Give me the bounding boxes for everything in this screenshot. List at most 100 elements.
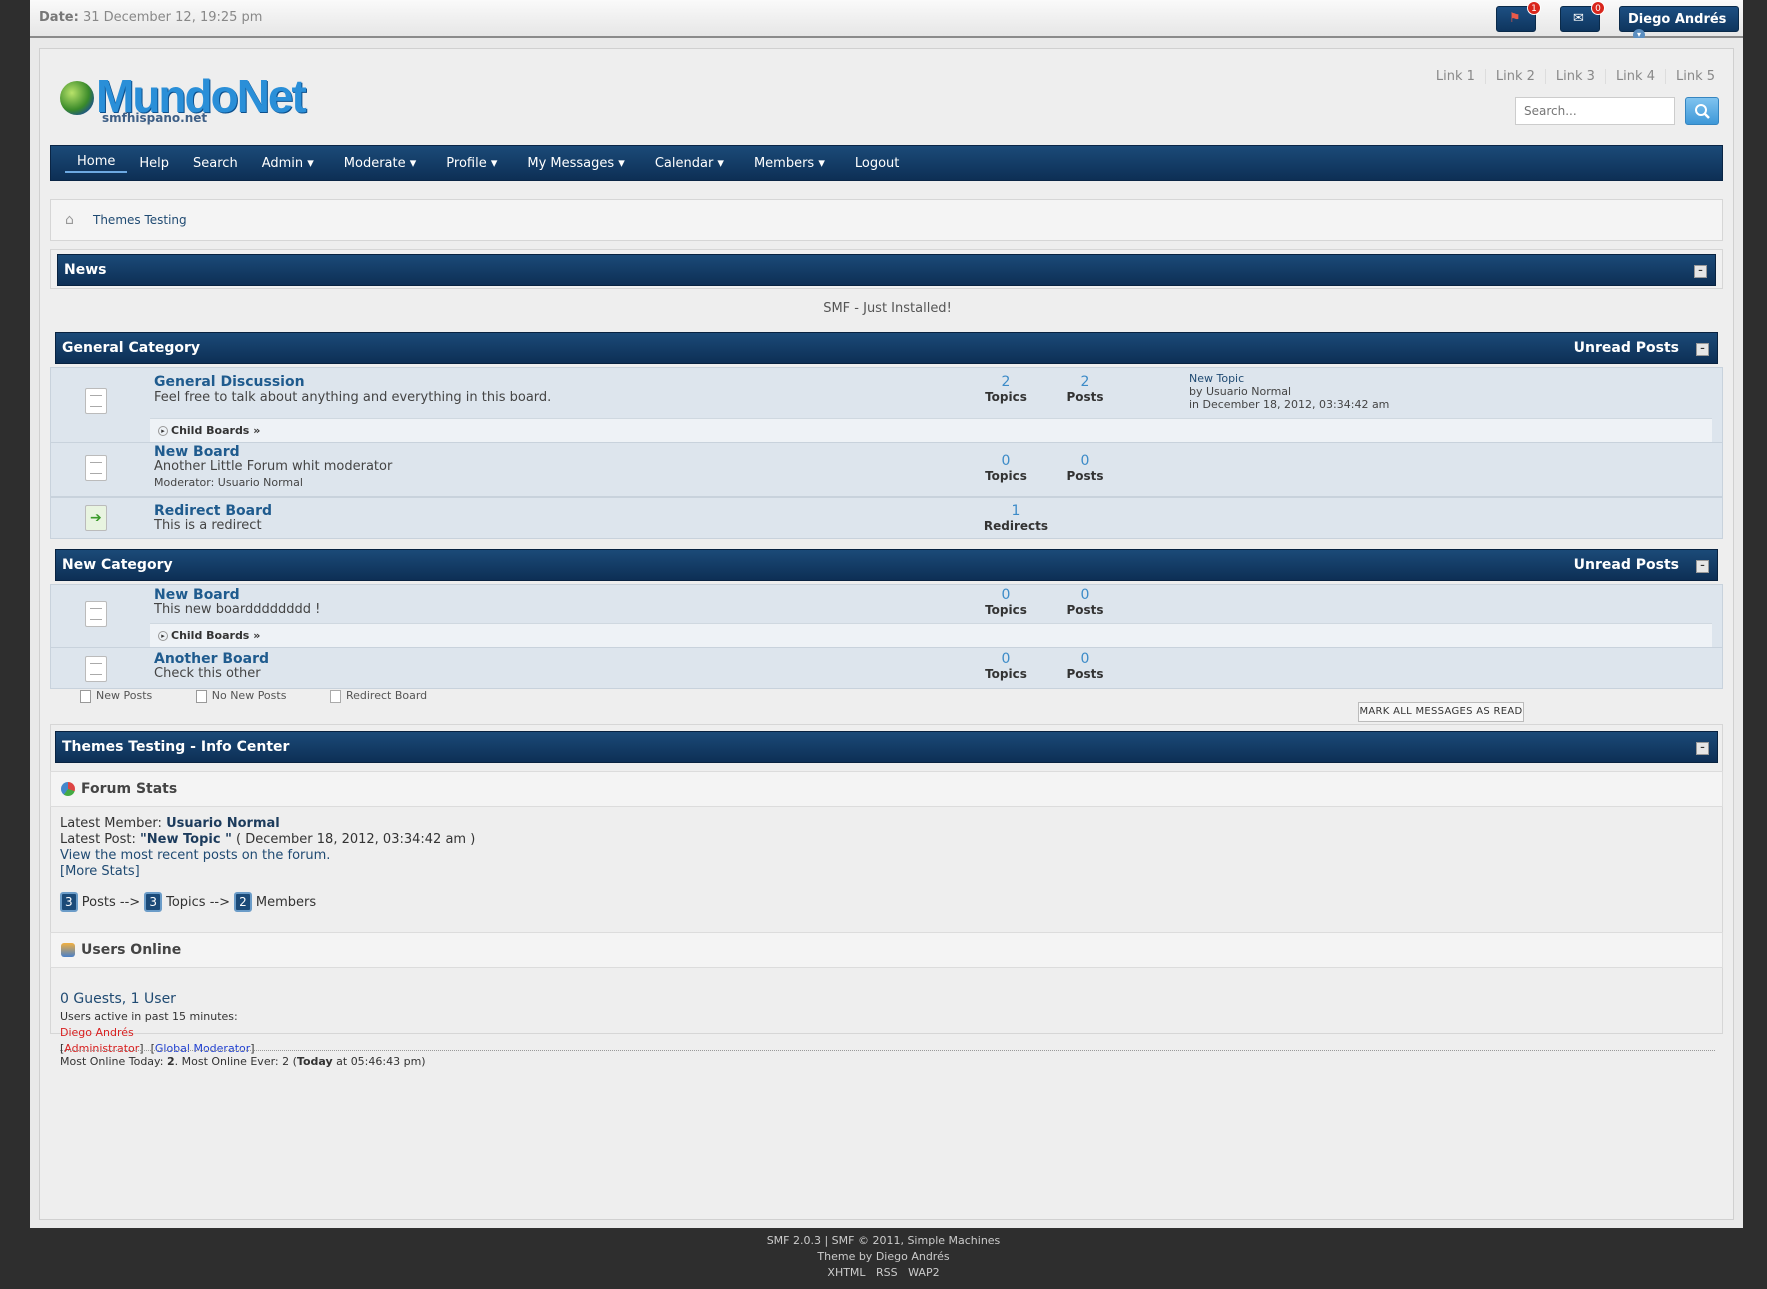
collapse-icon[interactable]: – [1696, 560, 1709, 573]
latest-member: Latest Member: Usuario Normal [60, 816, 280, 831]
nav-messages[interactable]: My Messages ▾ [509, 156, 636, 171]
notifications-button[interactable]: ⚑ 1 [1496, 1, 1541, 32]
legend-no-new-posts: No New Posts [195, 689, 307, 703]
nav-members[interactable]: Members ▾ [736, 156, 837, 171]
child-boards-bar[interactable]: ▸ Child Boards » [150, 623, 1712, 647]
footer: SMF 2.0.3 | SMF © 2011, Simple Machines … [0, 1233, 1767, 1281]
category-title[interactable]: New Category [62, 557, 173, 573]
nav-moderate[interactable]: Moderate ▾ [326, 156, 428, 171]
board-description: This new boardddddddd ! [154, 602, 321, 617]
latest-post-link[interactable]: "New Topic " [140, 832, 232, 847]
nav-profile[interactable]: Profile ▾ [428, 156, 509, 171]
nav-home[interactable]: Home [65, 154, 128, 173]
board-name[interactable]: Redirect Board [154, 503, 272, 519]
board-row: Another Board Check this other 0 Topics 0… [50, 647, 1723, 689]
nav-admin[interactable]: Admin ▾ [250, 156, 326, 171]
collapse-icon[interactable]: – [1696, 742, 1709, 755]
board-last-post: New Topic by Usuario Normal in December … [1189, 372, 1389, 411]
page-frame: MundoNet smfhispano.net Link 1 Link 2 Link… [30, 38, 1743, 1228]
top-link-2[interactable]: Link 2 [1484, 69, 1545, 84]
legend-redirect: Redirect Board [329, 689, 447, 703]
expand-icon: ▸ [158, 426, 168, 436]
flag-icon: ⚑ [1509, 11, 1521, 26]
new-posts-icon [80, 689, 91, 703]
child-boards-bar[interactable]: ▸ Child Boards » [150, 418, 1712, 442]
no-new-posts-icon [195, 689, 207, 703]
board-name[interactable]: New Board [154, 444, 240, 460]
footer-copyright[interactable]: SMF 2.0.3 | SMF © 2011, Simple Machines [0, 1233, 1767, 1249]
board-row: ➔ Redirect Board This is a redirect 1 Red… [50, 497, 1723, 539]
stats-counts: 3 Posts --> 3 Topics --> 2 Members [60, 892, 475, 912]
main-nav: Home Help Search Admin ▾ Moderate ▾ Prof… [50, 145, 1723, 181]
home-icon[interactable]: ⌂ [65, 212, 81, 228]
divider [60, 1050, 1715, 1051]
unread-posts-link[interactable]: Unread Posts [1574, 557, 1679, 573]
date-display: Date: 31 December 12, 19:25 pm [39, 10, 263, 25]
board-redirects: 1 Redirects [983, 503, 1049, 533]
top-bar: Date: 31 December 12, 19:25 pm ⚑ 1 ✉ 0 D… [30, 0, 1743, 41]
top-link-4[interactable]: Link 4 [1604, 69, 1665, 84]
topics-count: 3 [144, 892, 162, 912]
info-center-header: Themes Testing - Info Center – [55, 731, 1718, 763]
breadcrumb-item[interactable]: Themes Testing [93, 213, 187, 227]
active-user-link[interactable]: Diego Andrés [60, 1025, 255, 1041]
user-name: Diego Andrés [1628, 12, 1727, 27]
messages-button[interactable]: ✉ 0 [1560, 1, 1605, 32]
board-row: New Board This new boardddddddd ! 0 Topic… [50, 584, 1723, 648]
legend-new-posts: New Posts [80, 689, 172, 703]
nav-calendar[interactable]: Calendar ▾ [637, 156, 736, 171]
users-icon [61, 943, 75, 957]
user-menu-button[interactable]: Diego Andrés▾ [1619, 6, 1739, 41]
board-name[interactable]: Another Board [154, 651, 269, 667]
board-topics: 0 Topics [985, 651, 1027, 681]
nav-help[interactable]: Help [127, 156, 181, 171]
latest-member-link[interactable]: Usuario Normal [166, 816, 280, 831]
board-no-new-icon [85, 656, 107, 682]
top-link-5[interactable]: Link 5 [1664, 69, 1725, 84]
board-description: Check this other [154, 666, 261, 681]
top-link-3[interactable]: Link 3 [1544, 69, 1605, 84]
redirect-icon [329, 689, 341, 703]
board-name[interactable]: New Board [154, 587, 240, 603]
messages-badge: 0 [1591, 1, 1605, 15]
category-title[interactable]: General Category [62, 340, 200, 356]
board-no-new-icon [85, 388, 107, 414]
users-online-header: Users Online [50, 932, 1723, 968]
nav-logout[interactable]: Logout [837, 156, 912, 171]
top-link-1[interactable]: Link 1 [1426, 69, 1485, 84]
expand-icon: ▸ [158, 631, 168, 641]
online-count[interactable]: 0 Guests, 1 User [60, 991, 176, 1007]
nav-search[interactable]: Search [181, 156, 250, 171]
more-stats-link[interactable]: [More Stats] [60, 864, 475, 880]
latest-post: Latest Post: "New Topic " ( December 18,… [60, 832, 476, 847]
footer-links[interactable]: XHTML RSS WAP2 [0, 1265, 1767, 1281]
board-topics: 2 Topics [985, 374, 1027, 404]
board-posts: 0 Posts [1066, 453, 1104, 483]
forum-stats-header: Forum Stats [50, 771, 1723, 807]
board-posts: 2 Posts [1066, 374, 1104, 404]
collapse-icon[interactable]: – [1696, 343, 1709, 356]
posts-count: 3 [60, 892, 78, 912]
board-name[interactable]: General Discussion [154, 374, 305, 390]
category-header: General Category Unread Posts – [55, 332, 1718, 364]
board-legend: New Posts No New Posts Redirect Board [80, 689, 467, 703]
mail-icon: ✉ [1573, 11, 1584, 26]
info-center-title: Themes Testing - Info Center [62, 739, 290, 755]
stats-pie-icon [61, 782, 75, 796]
board-description: This is a redirect [154, 518, 262, 533]
site-logo[interactable]: MundoNet smfhispano.net [60, 63, 330, 125]
board-moderator[interactable]: Moderator: Usuario Normal [154, 476, 303, 489]
recent-posts-link[interactable]: View the most recent posts on the forum. [60, 848, 475, 864]
news-title: News [64, 262, 107, 278]
board-posts: 0 Posts [1066, 651, 1104, 681]
search-input[interactable] [1515, 97, 1675, 125]
most-online: Most Online Today: 2. Most Online Ever: … [60, 1055, 426, 1068]
search-button[interactable] [1685, 97, 1719, 125]
users-online-title: Users Online [81, 942, 182, 958]
mark-all-read-button[interactable]: MARK ALL MESSAGES AS READ [1358, 702, 1524, 722]
collapse-icon[interactable]: – [1694, 265, 1707, 278]
board-row: General Discussion Feel free to talk abo… [50, 367, 1723, 443]
last-post-link[interactable]: New Topic [1189, 372, 1244, 385]
unread-posts-link[interactable]: Unread Posts [1574, 340, 1679, 356]
globe-icon [60, 81, 94, 115]
